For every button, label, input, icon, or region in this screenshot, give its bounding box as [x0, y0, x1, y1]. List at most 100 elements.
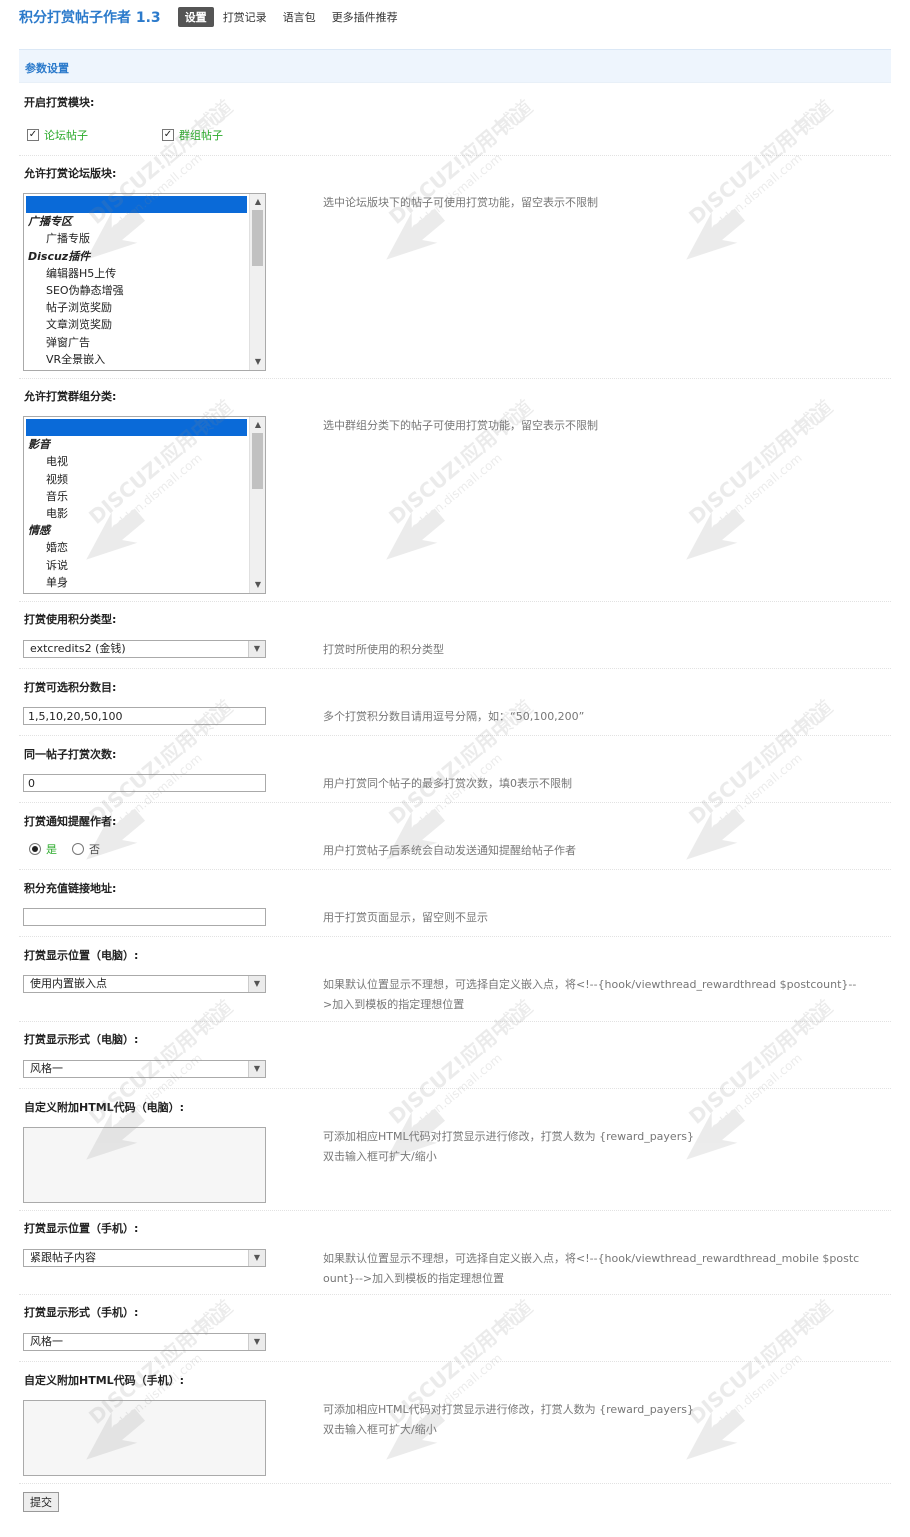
list-option[interactable]: 弹窗广告 — [26, 334, 247, 351]
notify-label: 打赏通知提醒作者: — [24, 815, 117, 828]
style-pc-select[interactable]: 风格一 ▼ — [23, 1060, 266, 1078]
listbox-scrollbar[interactable]: ▲ ▼ — [249, 194, 265, 370]
watermark-text: addon.dismall.com — [709, 1351, 805, 1435]
html-pc-textarea[interactable] — [23, 1127, 266, 1203]
row-divider — [19, 1021, 891, 1022]
select-value: 紧跟帖子内容 — [30, 1251, 96, 1264]
list-option[interactable]: 婚恋 — [26, 539, 247, 556]
watermark-text: addon.dismall.com — [409, 451, 505, 535]
optgroup-label: 广播专区 — [28, 215, 72, 229]
html-pc-label: 自定义附加HTML代码（电脑）: — [24, 1101, 185, 1114]
html-pc-hint: 可添加相应HTML代码对打赏显示进行修改，打赏人数为 {reward_payer… — [323, 1127, 694, 1167]
watermark-text: addon.dismall.com — [709, 451, 805, 535]
row-divider — [19, 601, 891, 602]
row-divider — [19, 1210, 891, 1211]
tab-language-pack[interactable]: 语言包 — [276, 7, 323, 27]
scroll-thumb[interactable] — [252, 210, 263, 266]
scroll-down-icon[interactable]: ▼ — [250, 578, 265, 592]
checkbox-forum-posts[interactable]: ✓ 论坛帖子 — [27, 127, 88, 143]
checkbox-checked-icon: ✓ — [27, 129, 39, 141]
checkbox-label: 群组帖子 — [179, 129, 223, 142]
radio-notify-no[interactable]: 否 — [72, 841, 100, 857]
watermark-text: 贰道 — [791, 95, 837, 139]
list-option[interactable]: SEO伪静态增强 — [26, 282, 247, 299]
times-input[interactable] — [23, 774, 266, 792]
tab-reward-records[interactable]: 打赏记录 — [216, 7, 274, 27]
list-option[interactable] — [26, 196, 247, 214]
radio-unselected-icon — [72, 843, 84, 855]
list-option[interactable]: 电影 — [26, 505, 247, 522]
watermark-text: DISCUZ!应用中心 — [684, 399, 832, 529]
recharge-url-hint: 用于打赏页面显示，留空则不显示 — [323, 911, 488, 924]
watermark-text: addon.dismall.com — [709, 751, 805, 835]
style-pc-label: 打赏显示形式（电脑）: — [24, 1033, 139, 1046]
row-divider — [19, 1294, 891, 1295]
watermark-text: DISCUZ!应用中心 — [684, 999, 832, 1129]
list-option[interactable]: 诉说 — [26, 557, 247, 574]
list-option[interactable]: 音乐 — [26, 488, 247, 505]
list-option[interactable]: 视频 — [26, 471, 247, 488]
amounts-label: 打赏可选积分数目: — [24, 681, 117, 694]
list-option[interactable]: 主题链接跳转 — [26, 368, 247, 371]
watermark-arrow-icon — [386, 808, 446, 860]
scroll-thumb[interactable] — [252, 433, 263, 489]
list-option[interactable]: 帖子浏览奖励 — [26, 299, 247, 316]
radio-notify-yes[interactable]: 是 — [29, 841, 57, 857]
tab-settings[interactable]: 设置 — [177, 7, 214, 27]
forums-options: 广播专区 广播专版 Discuz插件 编辑器H5上传 SEO伪静态增强 帖子浏览奖励 文章浏… — [26, 196, 247, 371]
hint-line: 可添加相应HTML代码对打赏显示进行修改，打赏人数为 {reward_payer… — [323, 1403, 694, 1416]
tab-more-plugins[interactable]: 更多插件推荐 — [325, 7, 405, 27]
list-option[interactable]: 单身 — [26, 574, 247, 591]
radio-label: 是 — [46, 843, 57, 856]
hint-line: >加入到模板的指定理想位置 — [323, 998, 465, 1011]
times-label: 同一帖子打赏次数: — [24, 748, 117, 761]
top-nav: 积分打赏帖子作者 1.3 设置 打赏记录 语言包 更多插件推荐 — [19, 6, 407, 28]
list-option[interactable] — [26, 419, 247, 437]
list-option[interactable]: 广播专版 — [26, 230, 247, 247]
watermark-text: DISCUZ!应用中心 — [684, 99, 832, 229]
scroll-down-icon[interactable]: ▼ — [250, 355, 265, 369]
watermark-text: addon.dismall.com — [709, 1051, 805, 1135]
position-pc-select[interactable]: 使用内置嵌入点 ▼ — [23, 975, 266, 993]
amounts-hint: 多个打赏积分数目请用逗号分隔，如：“50,100,200” — [323, 710, 585, 723]
groups-multiselect[interactable]: 影音电视视频音乐电影情感婚恋诉说单身家庭 ▲ ▼ — [23, 416, 266, 594]
list-option[interactable]: 家庭 — [26, 591, 247, 594]
submit-button[interactable]: 提交 — [23, 1492, 59, 1512]
forums-hint: 选中论坛版块下的帖子可使用打赏功能，留空表示不限制 — [323, 196, 598, 209]
checkbox-group-posts[interactable]: ✓ 群组帖子 — [162, 127, 223, 143]
position-pc-hint: 如果默认位置显示不理想，可选择自定义嵌入点，将<!--{hook/viewthr… — [323, 975, 856, 1015]
list-option[interactable]: 电视 — [26, 453, 247, 470]
watermark-text: 贰道 — [791, 1295, 837, 1339]
listbox-scrollbar[interactable]: ▲ ▼ — [249, 417, 265, 593]
hint-line: 可添加相应HTML代码对打赏显示进行修改，打赏人数为 {reward_payer… — [323, 1130, 694, 1143]
select-value: 使用内置嵌入点 — [30, 977, 107, 990]
position-mobile-label: 打赏显示位置（手机）: — [24, 1222, 139, 1235]
hint-line: ount}-->加入到模板的指定理想位置 — [323, 1272, 505, 1285]
list-option[interactable]: VR全景嵌入 — [26, 351, 247, 368]
style-mobile-select[interactable]: 风格一 ▼ — [23, 1333, 266, 1351]
watermark-text: addon.dismall.com — [409, 1051, 505, 1135]
watermark-tile: DISCUZ!应用中心addon.dismall.com贰道 — [384, 1295, 537, 1460]
credit-type-select[interactable]: extcredits2 (金钱) ▼ — [23, 640, 266, 658]
list-option[interactable]: 文章浏览奖励 — [26, 316, 247, 333]
notify-hint: 用户打赏帖子后系统会自动发送通知提醒给帖子作者 — [323, 844, 576, 857]
watermark-text: addon.dismall.com — [109, 751, 205, 835]
amounts-input[interactable] — [23, 707, 266, 725]
row-divider — [19, 378, 891, 379]
checkbox-checked-icon: ✓ — [162, 129, 174, 141]
watermark-text: addon.dismall.com — [709, 151, 805, 235]
list-option[interactable]: 编辑器H5上传 — [26, 265, 247, 282]
groups-hint: 选中群组分类下的帖子可使用打赏功能，留空表示不限制 — [323, 419, 598, 432]
times-hint: 用户打赏同个帖子的最多打赏次数，填0表示不限制 — [323, 777, 572, 790]
groups-options: 影音电视视频音乐电影情感婚恋诉说单身家庭 — [26, 419, 247, 594]
forums-multiselect[interactable]: 广播专区 广播专版 Discuz插件 编辑器H5上传 SEO伪静态增强 帖子浏览奖励 文章浏… — [23, 193, 266, 371]
watermark-arrow-icon — [686, 508, 746, 560]
recharge-url-input[interactable] — [23, 908, 266, 926]
chevron-down-icon: ▼ — [248, 1061, 265, 1077]
scroll-up-icon[interactable]: ▲ — [250, 195, 265, 209]
html-mobile-textarea[interactable] — [23, 1400, 266, 1476]
position-mobile-select[interactable]: 紧跟帖子内容 ▼ — [23, 1249, 266, 1267]
scroll-up-icon[interactable]: ▲ — [250, 418, 265, 432]
watermark-text: 贰道 — [791, 695, 837, 739]
position-mobile-hint: 如果默认位置显示不理想，可选择自定义嵌入点，将<!--{hook/viewthr… — [323, 1249, 859, 1289]
